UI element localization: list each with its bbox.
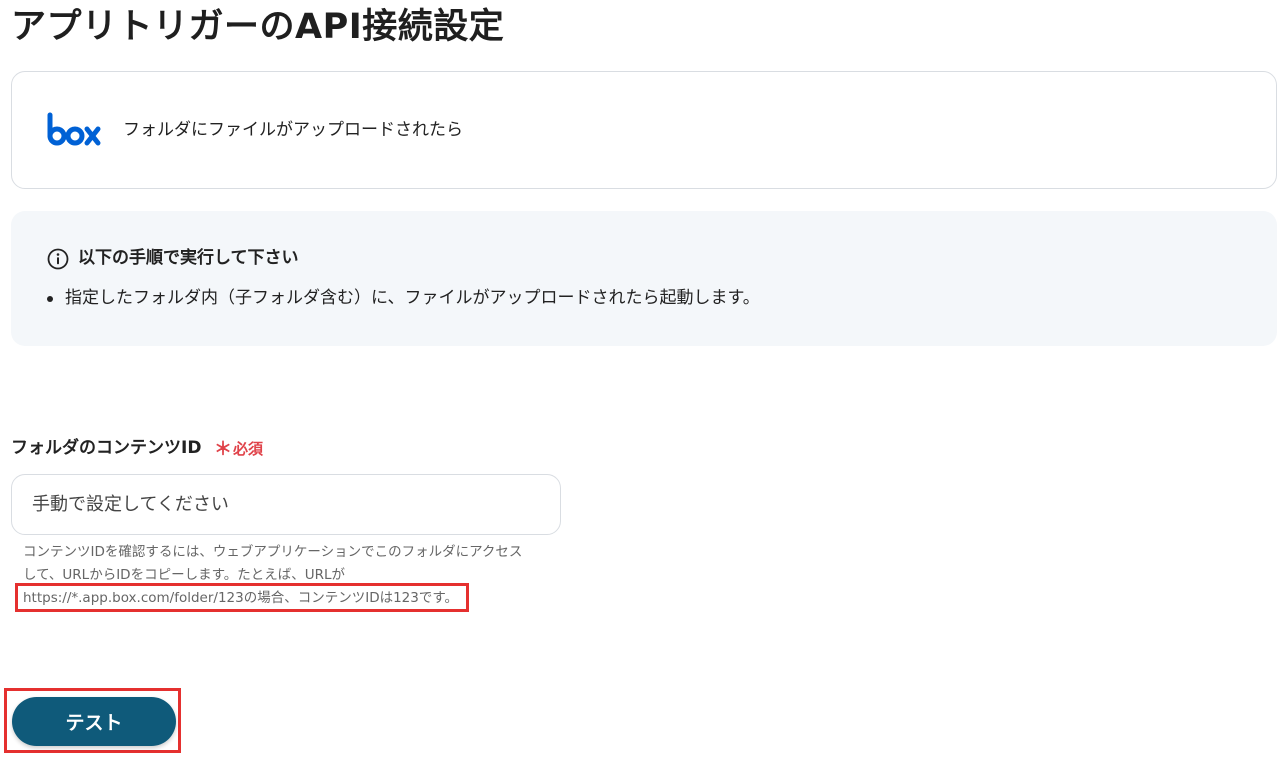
content-id-label: フォルダのコンテンツID xyxy=(11,438,202,458)
required-badge: 必須 xyxy=(233,440,264,458)
box-logo-icon xyxy=(47,112,101,146)
url-example-highlight xyxy=(15,583,469,612)
bullet-dot xyxy=(47,296,53,302)
info-heading: 以下の手順で実行して下さい xyxy=(78,248,299,268)
info-circle-icon xyxy=(47,248,69,270)
trigger-label: フォルダにファイルがアップロードされたら xyxy=(123,120,463,140)
trigger-card: フォルダにファイルがアップロードされたら xyxy=(11,71,1277,189)
test-button[interactable]: テスト xyxy=(12,697,176,746)
api-settings-page: アプリトリガーのAPI接続設定 フォルダにファイルがアップロードされたら 以下の… xyxy=(0,0,1287,758)
info-panel: 以下の手順で実行して下さい 指定したフォルダ内（子フォルダ含む）に、ファイルがア… xyxy=(11,211,1277,346)
content-id-input[interactable] xyxy=(11,474,561,535)
info-bullet-item: 指定したフォルダ内（子フォルダ含む）に、ファイルがアップロードされたら起動します… xyxy=(65,288,760,308)
page-title: アプリトリガーのAPI接続設定 xyxy=(11,7,505,47)
required-asterisk: ＊ xyxy=(214,439,232,460)
help-line: コンテンツIDを確認するには、ウェブアプリケーションでこのフォルダにアクセス xyxy=(23,544,523,560)
